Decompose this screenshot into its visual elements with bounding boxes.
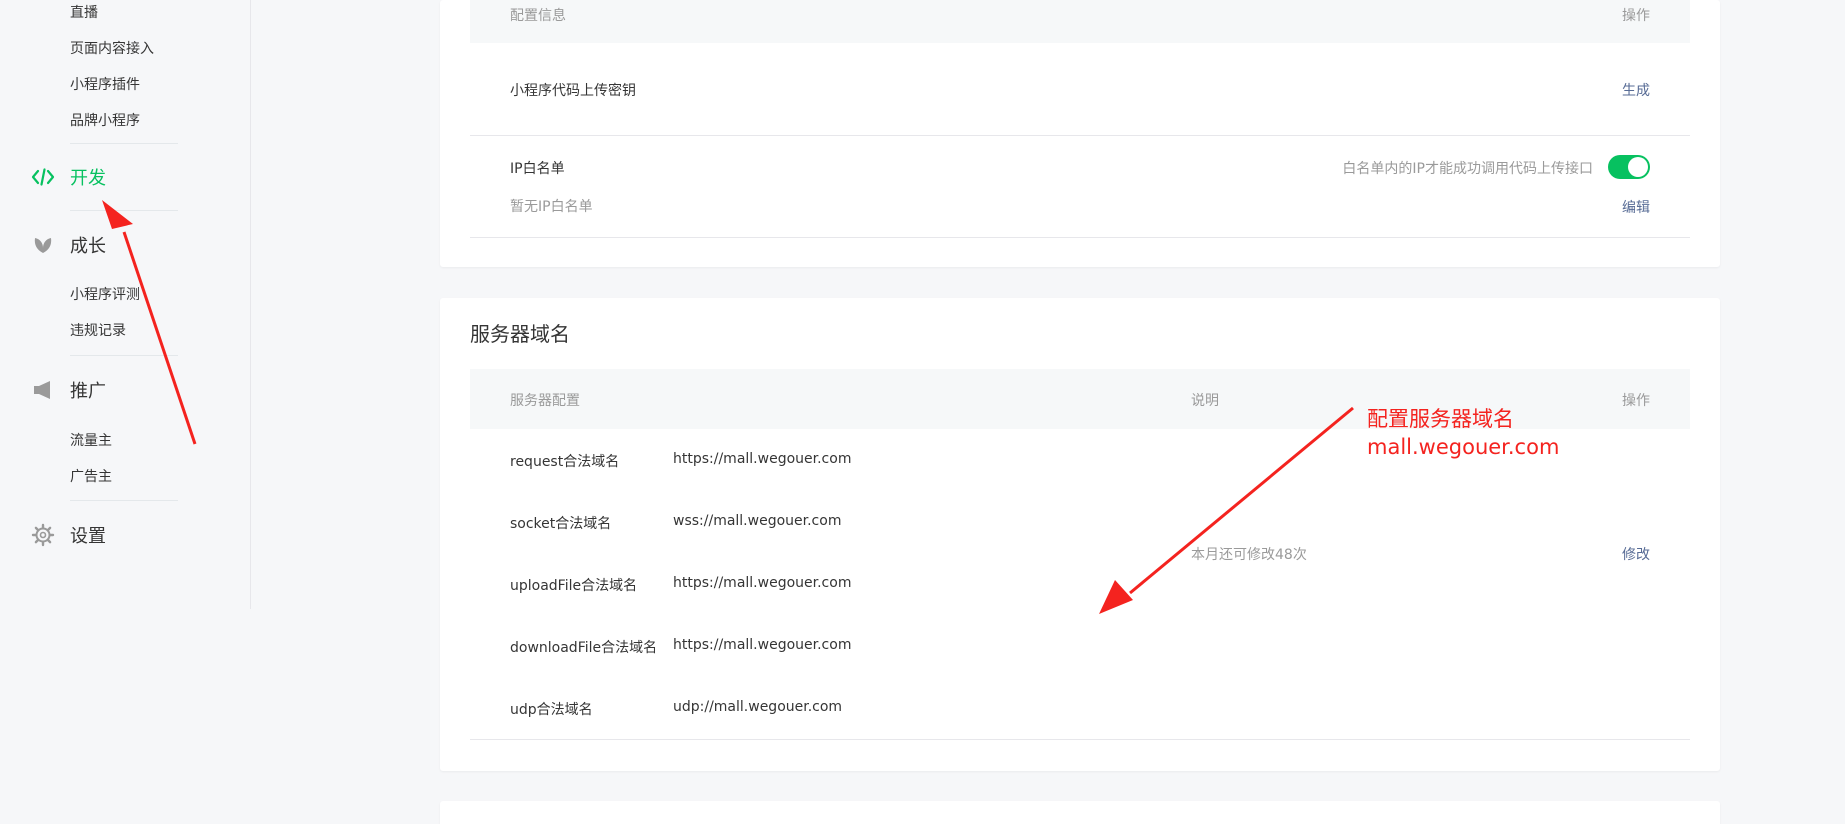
server-row-name: socket合法域名	[510, 516, 612, 532]
annotation-line1: 配置服务器域名	[1367, 407, 1514, 431]
server-domain-card: 服务器域名 服务器配置 说明 操作 request合法域名 https://ma…	[440, 298, 1720, 771]
sidebar: 直播 页面内容接入 小程序插件 品牌小程序 开发 成长 小程序评测 违规记录 推…	[0, 0, 251, 609]
config-col-action: 操作	[1622, 8, 1650, 24]
sidebar-divider	[70, 143, 178, 144]
modify-domain-link[interactable]: 修改	[1622, 544, 1650, 564]
annotation-line2: mall.wegouer.com	[1367, 435, 1560, 459]
sidebar-divider	[70, 210, 178, 211]
sidebar-group-growth-label: 成长	[70, 236, 106, 257]
sidebar-item-violations[interactable]: 违规记录	[70, 320, 126, 340]
modify-quota-text: 本月还可修改48次	[1191, 547, 1307, 563]
generate-key-link[interactable]: 生成	[1622, 80, 1650, 100]
server-row-name: downloadFile合法域名	[510, 640, 658, 656]
server-domain-title: 服务器域名	[470, 322, 570, 346]
sidebar-divider	[70, 500, 178, 501]
sidebar-item-advertiser[interactable]: 广告主	[70, 466, 112, 486]
ip-whitelist-toggle[interactable]	[1608, 155, 1650, 179]
sidebar-group-dev-label: 开发	[70, 168, 106, 189]
sidebar-group-dev[interactable]: 开发	[30, 162, 106, 192]
leaf-icon	[30, 232, 56, 258]
sidebar-group-promo[interactable]: 推广	[30, 375, 106, 405]
sidebar-item-live[interactable]: 直播	[70, 2, 98, 22]
sidebar-item-page-content[interactable]: 页面内容接入	[70, 38, 154, 58]
server-row-value: https://mall.wegouer.com	[673, 575, 852, 591]
server-row-name: uploadFile合法域名	[510, 578, 638, 594]
code-icon	[30, 164, 56, 190]
ip-whitelist-label: IP白名单	[510, 161, 565, 177]
server-col-desc: 说明	[1191, 393, 1219, 409]
server-col-action: 操作	[1622, 393, 1650, 409]
ip-whitelist-hint: 白名单内的IP才能成功调用代码上传接口	[1342, 161, 1593, 177]
upload-key-label: 小程序代码上传密钥	[510, 83, 636, 99]
config-table-header: 配置信息 操作	[470, 0, 1690, 43]
sidebar-item-traffic-owner[interactable]: 流量主	[70, 430, 112, 450]
sidebar-item-plugins[interactable]: 小程序插件	[70, 74, 140, 94]
annotation-label: 配置服务器域名 mall.wegouer.com	[1367, 405, 1559, 461]
server-row-name: udp合法域名	[510, 702, 593, 718]
server-row-name: request合法域名	[510, 454, 620, 470]
server-row-value: wss://mall.wegouer.com	[673, 513, 842, 529]
sidebar-group-settings-label: 设置	[70, 526, 106, 547]
server-row-value: https://mall.wegouer.com	[673, 637, 852, 653]
config-card: 配置信息 操作 小程序代码上传密钥 生成 IP白名单 暂无IP白名单 白名单内的…	[440, 0, 1720, 267]
sidebar-group-growth[interactable]: 成长	[30, 230, 106, 260]
row-divider	[470, 237, 1690, 238]
server-col-config: 服务器配置	[510, 393, 580, 409]
sidebar-item-evaluation[interactable]: 小程序评测	[70, 284, 140, 304]
megaphone-icon	[30, 377, 56, 403]
sidebar-group-settings[interactable]: 设置	[30, 520, 106, 550]
next-card	[440, 801, 1720, 824]
server-row-value: https://mall.wegouer.com	[673, 451, 852, 467]
gear-icon	[30, 522, 56, 548]
row-divider	[470, 135, 1690, 136]
config-col-info: 配置信息	[510, 8, 566, 24]
toggle-knob	[1628, 157, 1648, 177]
ip-whitelist-empty: 暂无IP白名单	[510, 199, 593, 215]
sidebar-group-promo-label: 推广	[70, 381, 106, 402]
sidebar-divider	[70, 355, 178, 356]
row-divider	[470, 739, 1690, 740]
edit-whitelist-link[interactable]: 编辑	[1622, 197, 1650, 217]
server-row-value: udp://mall.wegouer.com	[673, 699, 843, 715]
sidebar-item-brand[interactable]: 品牌小程序	[70, 110, 140, 130]
